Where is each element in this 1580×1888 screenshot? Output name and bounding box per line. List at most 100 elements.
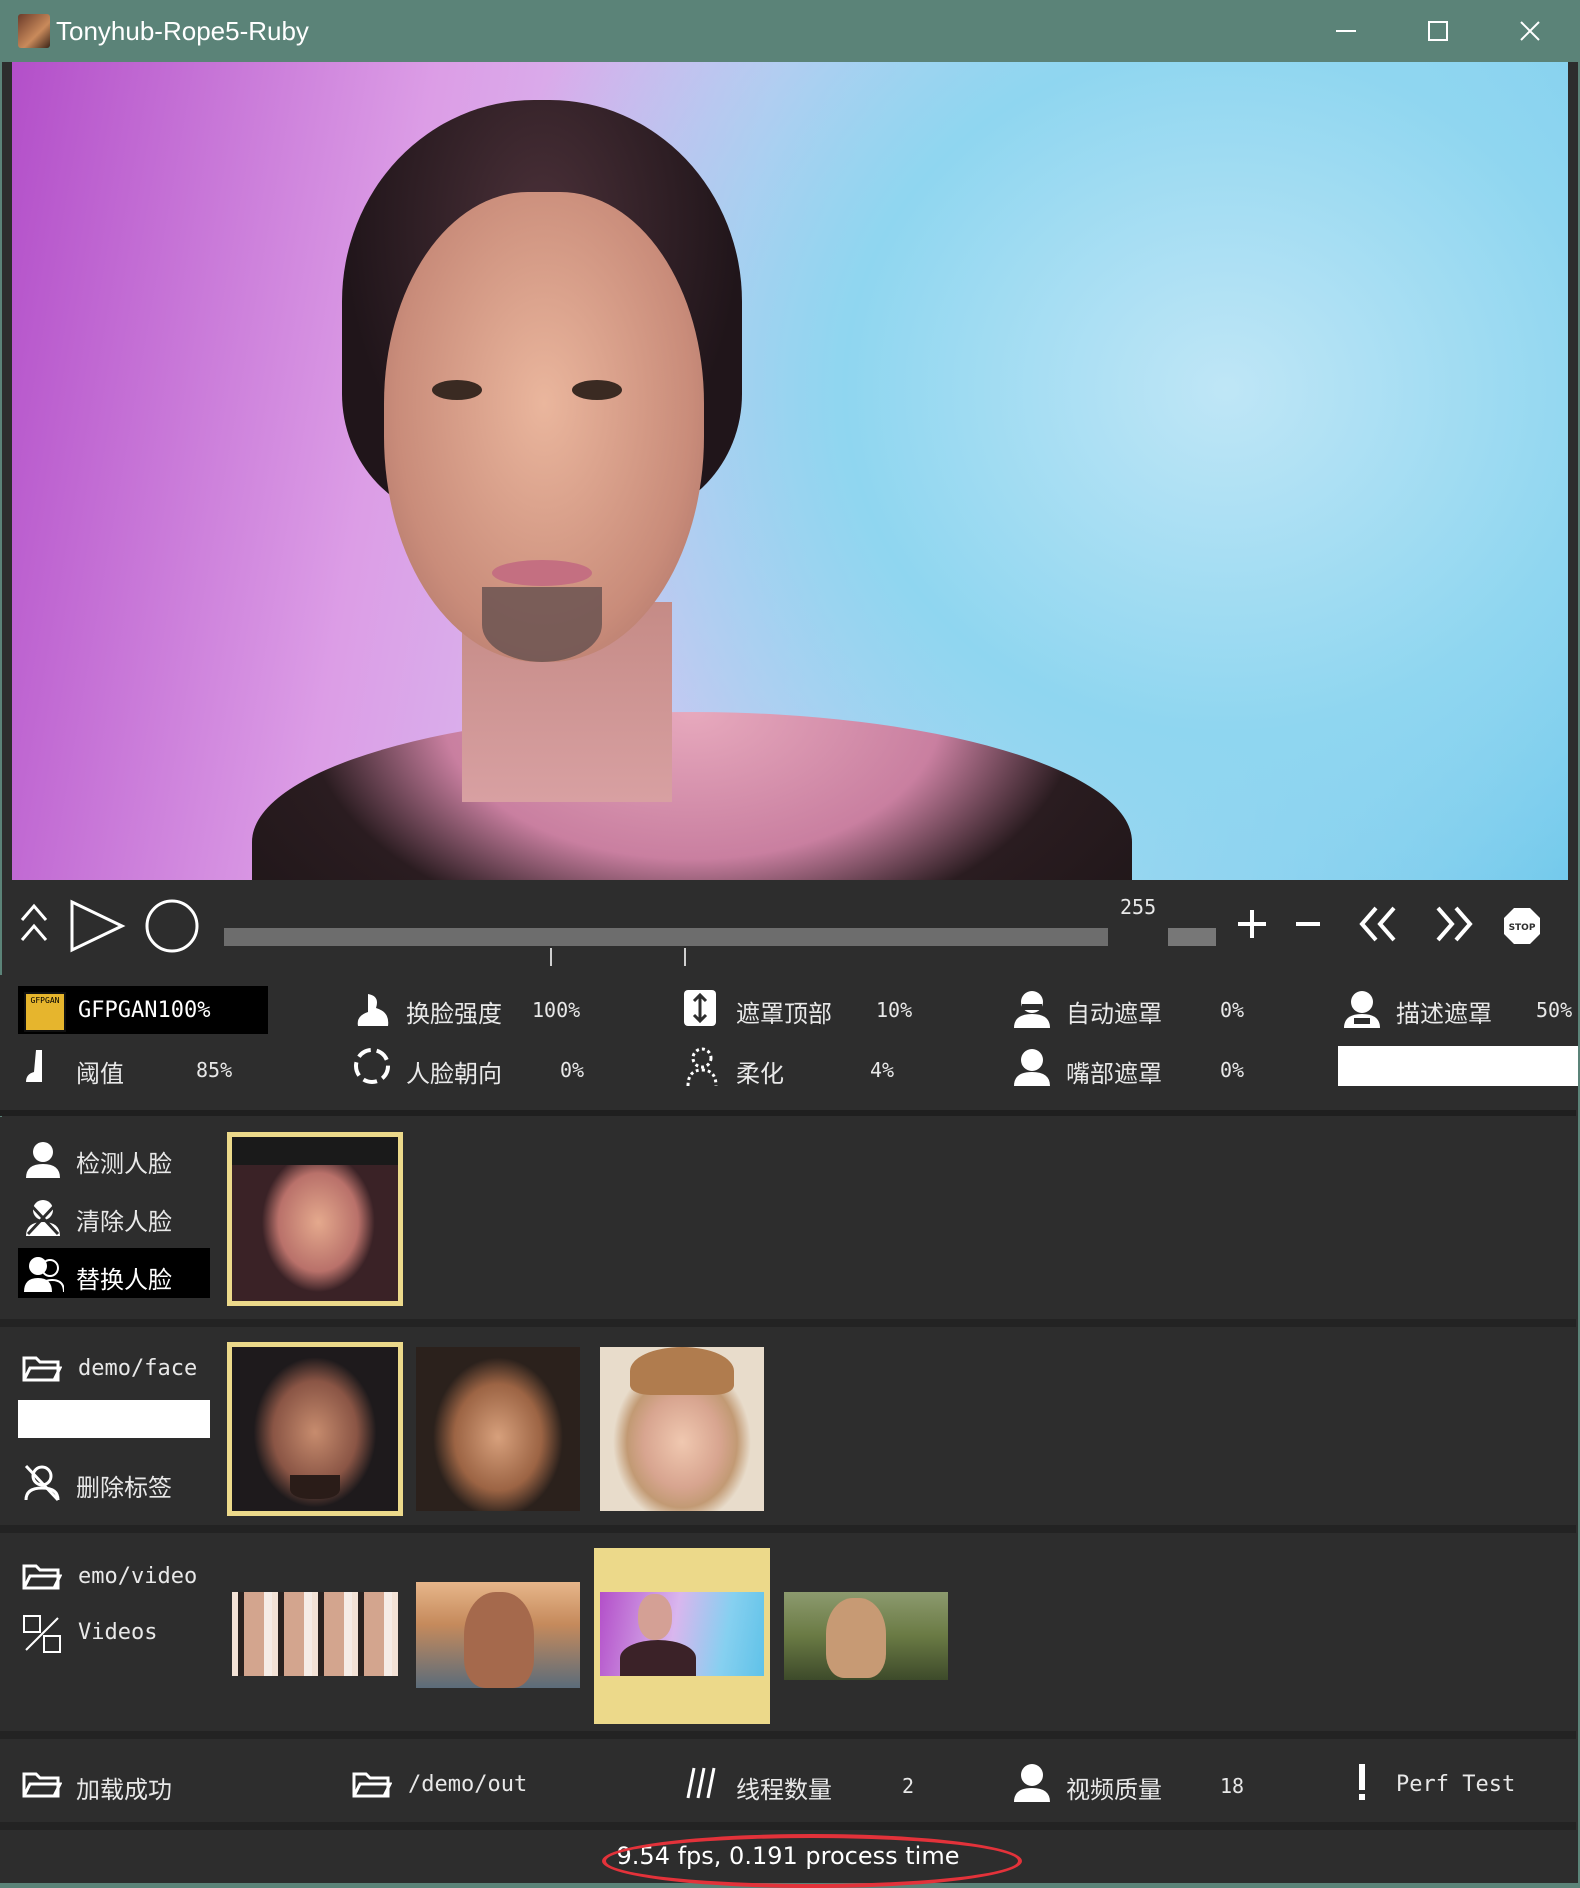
folder-open-icon[interactable]	[22, 1352, 62, 1384]
video-quality-icon	[1012, 1762, 1052, 1804]
blur-icon	[682, 1046, 722, 1088]
thumbnail-crop-bar	[232, 1137, 398, 1165]
thumbnail-hair	[630, 1347, 734, 1395]
minimize-button[interactable]	[1306, 8, 1386, 54]
swap-faces-label: 替换人脸	[76, 1266, 172, 1294]
frame-number: 255	[1120, 895, 1157, 919]
exclamation-icon	[1354, 1762, 1370, 1802]
blur-label[interactable]: 柔化	[736, 1054, 784, 1089]
threshold-icon	[22, 1046, 46, 1086]
face-orientation-value[interactable]: 0%	[560, 1058, 584, 1082]
preview-beard	[482, 587, 602, 662]
close-button[interactable]	[1490, 8, 1570, 54]
load-status[interactable]: 加载成功	[76, 1770, 172, 1805]
window-title: Tonyhub-Rope5-Ruby	[56, 16, 309, 46]
mask-top-value[interactable]: 10%	[876, 998, 912, 1022]
source-folder-path[interactable]: demo/face	[78, 1356, 197, 1381]
preview-eye-left	[432, 380, 482, 400]
delete-tag-button[interactable]: 删除标签	[76, 1468, 172, 1503]
threads-value[interactable]: 2	[902, 1774, 914, 1798]
mask-top-icon	[682, 988, 718, 1028]
threads-label[interactable]: 线程数量	[736, 1770, 832, 1805]
videos-filter-icon	[22, 1614, 62, 1654]
source-face-thumbnail[interactable]	[416, 1347, 580, 1511]
video-quality-value[interactable]: 18	[1220, 1774, 1244, 1798]
maximize-button[interactable]	[1398, 8, 1478, 54]
output-folder-path[interactable]: /demo/out	[408, 1772, 527, 1797]
target-face-thumbnail[interactable]	[232, 1137, 398, 1301]
folder-open-icon[interactable]	[22, 1560, 62, 1592]
source-face-thumbnail[interactable]	[232, 1347, 398, 1511]
describe-mask-value[interactable]: 50%	[1536, 998, 1572, 1022]
video-thumbnail[interactable]	[232, 1592, 398, 1676]
preview-figure-body	[252, 712, 1132, 880]
previous-marker-icon[interactable]	[1356, 902, 1400, 946]
thumbnail-beard	[290, 1475, 340, 1499]
video-thumbnail[interactable]	[784, 1592, 948, 1680]
threads-icon	[686, 1764, 718, 1802]
play-icon[interactable]	[68, 898, 128, 954]
source-search-input[interactable]	[18, 1400, 210, 1438]
thumbnail-body	[620, 1640, 696, 1676]
swap-faces-icon	[24, 1254, 64, 1294]
detect-faces-button[interactable]: 检测人脸	[76, 1144, 172, 1179]
output-folder-icon[interactable]	[352, 1768, 392, 1800]
video-preview[interactable]	[12, 62, 1568, 880]
mouth-mask-value[interactable]: 0%	[1220, 1058, 1244, 1082]
section-divider	[0, 1525, 1576, 1533]
thumbnail-figure	[826, 1598, 886, 1678]
describe-mask-input[interactable]	[1338, 1046, 1578, 1086]
collapse-up-icon[interactable]	[16, 898, 52, 944]
auto-mask-icon	[1012, 988, 1052, 1030]
video-folder-path[interactable]: emo/video	[78, 1564, 197, 1589]
section-divider	[0, 1822, 1576, 1830]
gfpgan-toggle[interactable]: GFPGAN GFPGAN100%	[18, 986, 268, 1034]
threshold-label[interactable]: 阈值	[76, 1054, 124, 1089]
timeline-slider[interactable]	[224, 928, 1108, 946]
frame-input[interactable]	[1168, 928, 1216, 946]
blur-value[interactable]: 4%	[870, 1058, 894, 1082]
remove-marker-icon[interactable]	[1290, 906, 1326, 942]
swap-faces-button[interactable]: 替换人脸	[18, 1248, 210, 1298]
auto-mask-label[interactable]: 自动遮罩	[1066, 994, 1162, 1029]
annotation-highlight-oval	[602, 1834, 1022, 1888]
video-quality-label[interactable]: 视频质量	[1066, 1770, 1162, 1805]
app-window: Tonyhub-Rope5-Ruby 255 STOP GFPGAN GFPGA…	[0, 0, 1580, 1888]
threshold-value[interactable]: 85%	[196, 1058, 232, 1082]
describe-mask-label[interactable]: 描述遮罩	[1396, 994, 1492, 1029]
swap-strength-icon	[354, 990, 392, 1030]
perf-test-button[interactable]: Perf Test	[1396, 1772, 1515, 1797]
title-bar: Tonyhub-Rope5-Ruby	[0, 0, 1580, 62]
mouth-mask-label[interactable]: 嘴部遮罩	[1066, 1054, 1162, 1089]
face-orientation-label[interactable]: 人脸朝向	[406, 1054, 502, 1089]
svg-text:STOP: STOP	[1509, 923, 1536, 933]
video-thumbnail-selected[interactable]	[600, 1592, 764, 1676]
auto-mask-value[interactable]: 0%	[1220, 998, 1244, 1022]
clear-faces-button[interactable]: 清除人脸	[76, 1202, 172, 1237]
detect-faces-icon	[24, 1140, 62, 1180]
describe-mask-icon	[1342, 988, 1382, 1030]
clear-faces-icon	[24, 1198, 62, 1238]
add-marker-icon[interactable]	[1234, 906, 1270, 942]
next-marker-icon[interactable]	[1432, 902, 1476, 946]
delete-tag-icon	[22, 1462, 62, 1502]
folder-open-icon[interactable]	[22, 1768, 62, 1800]
gfpgan-icon: GFPGAN	[24, 992, 66, 1032]
stop-icon[interactable]: STOP	[1502, 906, 1542, 946]
section-divider	[0, 1319, 1576, 1327]
face-orientation-icon	[352, 1046, 392, 1086]
source-face-thumbnail[interactable]	[600, 1347, 764, 1511]
swap-strength-label[interactable]: 换脸强度	[406, 994, 502, 1029]
app-icon	[18, 14, 50, 48]
timeline-marker[interactable]	[550, 948, 552, 966]
videos-filter-button[interactable]: Videos	[78, 1620, 157, 1645]
video-thumbnail[interactable]	[416, 1582, 580, 1688]
thumbnail-face	[638, 1594, 672, 1640]
thumbnail-figure	[464, 1592, 534, 1688]
preview-eye-right	[572, 380, 622, 400]
preview-mouth	[492, 560, 592, 586]
swap-strength-value[interactable]: 100%	[532, 998, 580, 1022]
timeline-marker[interactable]	[684, 948, 686, 966]
record-icon[interactable]	[144, 898, 204, 954]
mask-top-label[interactable]: 遮罩顶部	[736, 994, 832, 1029]
